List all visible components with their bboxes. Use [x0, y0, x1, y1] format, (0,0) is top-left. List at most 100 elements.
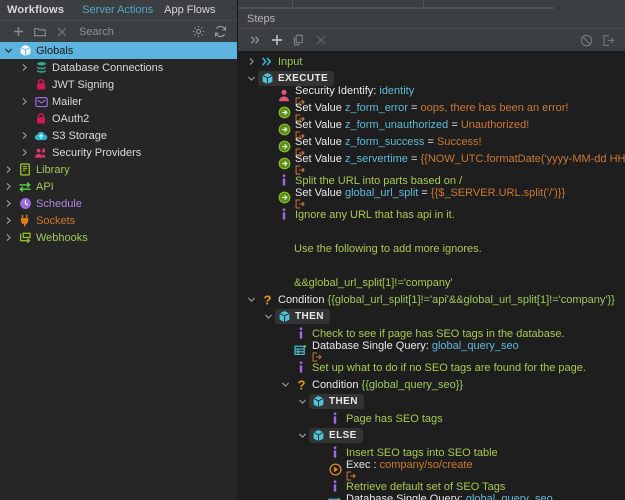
step-row[interactable]: Ignore any URL that has api in it.	[238, 206, 625, 223]
sidebar-item-schedule[interactable]: Schedule	[0, 195, 238, 212]
step-text: Check to see if page has SEO tags in the…	[312, 327, 565, 340]
step-row[interactable]: Page has SEO tags	[238, 410, 625, 427]
plug-icon	[16, 214, 34, 227]
sidebar-item-globals[interactable]: Globals	[0, 42, 238, 59]
goto-icon[interactable]	[295, 199, 569, 209]
chevron-down-icon[interactable]	[0, 46, 16, 55]
expand-all-icon[interactable]	[244, 31, 266, 49]
step-row[interactable]: Database Single Query: global_query_seo	[238, 340, 625, 362]
chevron-down-icon[interactable]	[261, 312, 275, 321]
chevron-right-icon[interactable]	[0, 182, 16, 191]
step-block-row[interactable]: THEN	[238, 308, 625, 325]
table-icon	[292, 344, 310, 357]
chevron-right-icon[interactable]	[0, 233, 16, 242]
step-text: identity	[379, 84, 415, 97]
sidebar-item-label: Globals	[36, 44, 74, 57]
chevron-down-icon[interactable]	[295, 431, 309, 440]
steps-tree: Input EXECUTE Security Identify: identity S…	[238, 51, 625, 500]
gear-icon[interactable]	[187, 23, 209, 41]
step-block-row[interactable]: ELSE	[238, 427, 625, 444]
mail-icon	[32, 96, 50, 108]
chevron-right-icon[interactable]	[0, 165, 16, 174]
tab-slot-2[interactable]	[293, 0, 423, 9]
sidebar-item-security-providers[interactable]: Security Providers	[0, 144, 238, 161]
step-text: =	[424, 135, 437, 148]
block-badge[interactable]: ELSE	[309, 428, 363, 443]
add-step-button[interactable]	[266, 31, 288, 49]
delete-step-icon[interactable]	[310, 31, 332, 49]
step-row[interactable]: Input	[238, 53, 625, 70]
step-row[interactable]: Set Value global_url_split = {{$_SERVER.…	[238, 187, 625, 209]
chevron-right-icon[interactable]	[0, 216, 16, 225]
goto-icon[interactable]	[312, 352, 523, 362]
step-row[interactable]	[238, 257, 625, 274]
page-title: Workflows	[7, 4, 65, 16]
svg-text:?: ?	[263, 293, 271, 307]
step-block-row[interactable]: THEN	[238, 393, 625, 410]
step-text: Success!	[436, 135, 482, 148]
chevron-right-icon[interactable]	[0, 199, 16, 208]
step-text: Input	[278, 55, 303, 68]
step-text: z_form_error	[344, 101, 408, 114]
link-server-actions[interactable]: Server Actions	[82, 4, 153, 16]
step-row[interactable]: Database Single Query: global_query_seo	[238, 493, 625, 500]
tab-slot-3[interactable]	[424, 0, 554, 9]
new-folder-icon[interactable]	[29, 23, 51, 41]
step-row[interactable]: Set Value z_servertime = {{NOW_UTC.forma…	[238, 153, 625, 175]
info-icon	[326, 480, 344, 493]
chevron-down-icon[interactable]	[295, 397, 309, 406]
chevron-right-icon[interactable]	[16, 148, 32, 157]
cube-icon	[278, 310, 291, 323]
disable-icon[interactable]	[575, 31, 597, 49]
info-icon	[292, 361, 310, 374]
chevron-right-icon[interactable]	[16, 97, 32, 106]
chevrons-icon	[258, 56, 276, 67]
chevron-right-icon[interactable]	[16, 63, 32, 72]
chevron-down-icon[interactable]	[244, 295, 258, 304]
step-text: z_form_unauthorized	[344, 118, 449, 131]
sidebar-item-library[interactable]: Library	[0, 161, 238, 178]
sidebar-item-api[interactable]: API	[0, 178, 238, 195]
sidebar-item-s3-storage[interactable]: S3 Storage	[0, 127, 238, 144]
step-label: Split the URL into parts based on /	[293, 175, 462, 187]
chevron-down-icon[interactable]	[244, 74, 258, 83]
step-label: Set up what to do if no SEO tags are fou…	[310, 362, 586, 374]
export-icon[interactable]	[597, 31, 619, 49]
step-row[interactable]: Set up what to do if no SEO tags are fou…	[238, 359, 625, 376]
step-row[interactable]	[238, 223, 625, 240]
sidebar-item-sockets[interactable]: Sockets	[0, 212, 238, 229]
step-row[interactable]: Use the following to add more ignores.	[238, 240, 625, 257]
block-badge[interactable]: THEN	[309, 394, 364, 409]
step-label: Set Value z_servertime = {{NOW_UTC.forma…	[293, 153, 625, 175]
step-row[interactable]: ? Condition {{global_query_seo}}	[238, 376, 625, 393]
step-text: =	[407, 101, 421, 114]
goto-icon[interactable]	[346, 471, 477, 481]
goto-icon[interactable]	[295, 165, 625, 175]
chevron-right-icon[interactable]	[16, 131, 32, 140]
chevron-down-icon[interactable]	[278, 380, 292, 389]
step-text: Condition	[278, 293, 328, 306]
step-text: Ignore any URL that has api in it.	[295, 208, 455, 221]
sidebar-item-mailer[interactable]: Mailer	[0, 93, 238, 110]
chevron-right-icon[interactable]	[244, 57, 258, 66]
step-label: Insert SEO tags into SEO table	[344, 447, 498, 459]
step-text: company/so/create	[379, 458, 473, 471]
sidebar-item-webhooks[interactable]: Webhooks	[0, 229, 238, 246]
block-badge[interactable]: THEN	[275, 309, 330, 324]
sidebar-item-label: Mailer	[52, 95, 82, 108]
step-row[interactable]: &&global_url_split[1]!='company'	[238, 274, 625, 291]
step-row[interactable]: Exec : company/so/create	[238, 458, 625, 481]
editor-tab-strip[interactable]	[238, 0, 625, 9]
link-app-flows[interactable]: App Flows	[164, 4, 215, 16]
tab-slot-1[interactable]	[238, 0, 292, 9]
step-row[interactable]: ? Condition {{global_url_split[1]!='api'&…	[238, 291, 625, 308]
copy-icon[interactable]	[288, 31, 310, 49]
sidebar-item-jwt-signing[interactable]: JWT Signing	[0, 76, 238, 93]
sidebar-item-oauth2[interactable]: OAuth2	[0, 110, 238, 127]
search-input[interactable]	[79, 25, 187, 38]
refresh-icon[interactable]	[209, 23, 231, 41]
search-box[interactable]	[73, 23, 187, 41]
sidebar-item-database-connections[interactable]: Database Connections	[0, 59, 238, 76]
close-icon[interactable]	[51, 23, 73, 41]
add-button[interactable]	[7, 23, 29, 41]
